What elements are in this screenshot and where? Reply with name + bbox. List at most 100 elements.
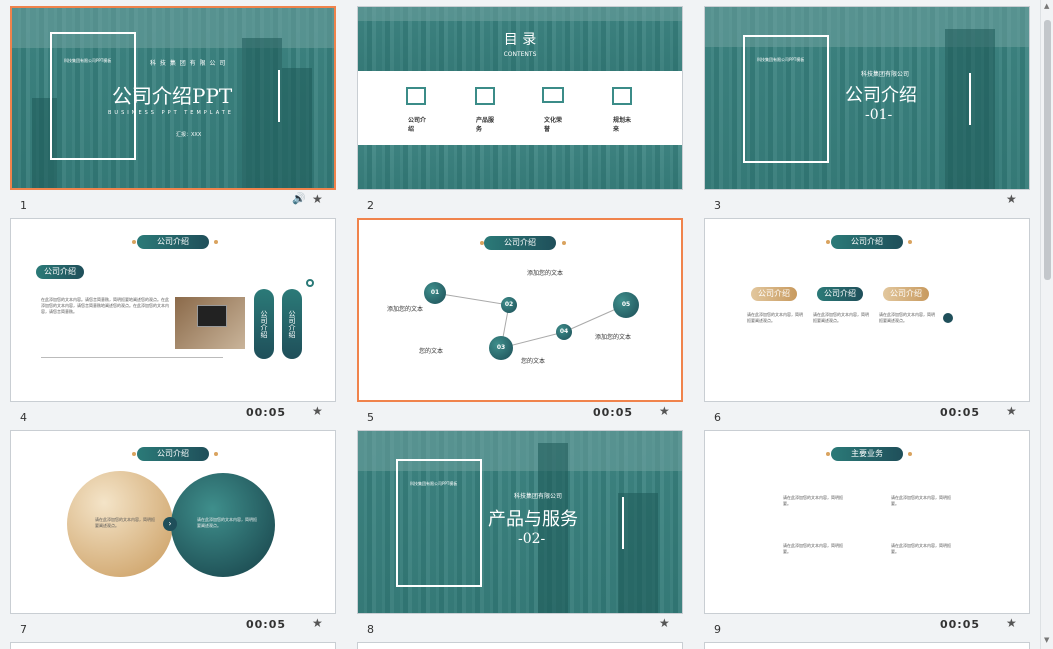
toc-item: 规划未来 <box>613 117 632 133</box>
star-icon[interactable]: ★ <box>312 192 323 206</box>
section-number: -02- <box>518 531 546 547</box>
slide-thumb-12[interactable] <box>704 642 1030 649</box>
slide-thumb-5[interactable]: 公司介绍 01 02 03 04 05 添加您的文本 添加您的文本 您的文本 您… <box>357 218 691 424</box>
slide-thumb-1[interactable]: 科技集团有限公司PPT模板 科 技 集 团 有 限 公 司 公司介绍PPT BU… <box>10 6 344 212</box>
section-pill: 公司介绍 <box>137 447 209 461</box>
code-icon <box>475 87 495 105</box>
slide-1[interactable]: 科技集团有限公司PPT模板 科 技 集 团 有 限 公 司 公司介绍PPT BU… <box>10 6 336 190</box>
slide-sorter-grid: 科技集团有限公司PPT模板 科 技 集 团 有 限 公 司 公司介绍PPT BU… <box>0 0 1040 649</box>
tag-pill: 公司介绍 <box>883 287 929 301</box>
slide-thumb-4[interactable]: 公司介绍 公司介绍 在此添加您的文本内容。请您言简意赅，简明扼要地阐述您的观点。… <box>10 218 344 424</box>
slide-4[interactable]: 公司介绍 公司介绍 在此添加您的文本内容。请您言简意赅，简明扼要地阐述您的观点。… <box>10 218 336 402</box>
section-pill: 主要业务 <box>831 447 903 461</box>
star-icon[interactable]: ★ <box>1006 404 1017 418</box>
small-heading: 科技集团有限公司PPT模板 <box>757 57 805 62</box>
slide-thumb-7[interactable]: 公司介绍 › 请在此添加您的文本内容，简明扼要阐述观点。 请在此添加您的文本内容… <box>10 430 344 636</box>
slide-thumb-8[interactable]: 科技集团有限公司PPT模板 科技集团有限公司 产品与服务 -02- 8 ★ <box>357 430 691 636</box>
title-bar <box>969 73 971 125</box>
slide-subtitle: BUSINESS PPT TEMPLATE <box>108 110 234 116</box>
node-label: 添加您的文本 <box>527 270 564 277</box>
timeline-node: 02 <box>501 297 517 313</box>
node-label: 您的文本 <box>521 358 546 365</box>
slide-number: 6 <box>714 411 721 424</box>
slide-title: 目 录 <box>503 32 537 48</box>
chart-icon <box>612 87 632 105</box>
devices-icon <box>542 87 564 103</box>
sub-pill: 公司介绍 <box>36 265 84 279</box>
company-name: 科技集团有限公司 <box>514 493 563 500</box>
star-icon[interactable]: ★ <box>1006 192 1017 206</box>
node-label: 您的文本 <box>419 348 444 355</box>
slide-number: 7 <box>20 623 27 636</box>
slide-number: 4 <box>20 411 27 424</box>
star-icon[interactable]: ★ <box>659 616 670 630</box>
star-icon[interactable]: ★ <box>312 616 323 630</box>
toc-item: 产品服务 <box>476 117 495 133</box>
slide-number: 8 <box>367 623 374 636</box>
slide-number: 1 <box>20 199 27 212</box>
section-number: -01- <box>865 107 893 123</box>
company-icon <box>406 87 426 105</box>
node-label: 添加您的文本 <box>595 334 632 341</box>
small-heading: 科技集团有限公司PPT模板 <box>64 58 112 63</box>
star-icon[interactable]: ★ <box>312 404 323 418</box>
title-frame <box>743 35 829 163</box>
side-tag: 公司介绍 <box>282 289 302 359</box>
company-name: 科技集团有限公司 <box>861 71 910 78</box>
arrow-icon: › <box>163 517 177 531</box>
slide-duration: 00:05 <box>593 406 634 419</box>
slide-title: 产品与服务 <box>488 509 578 530</box>
slide-title: 公司介绍PPT <box>112 84 233 108</box>
scrollbar-thumb[interactable] <box>1044 20 1051 280</box>
slide-7[interactable]: 公司介绍 › 请在此添加您的文本内容，简明扼要阐述观点。 请在此添加您的文本内容… <box>10 430 336 614</box>
slide-6[interactable]: 公司介绍 公司介绍 公司介绍 公司介绍 请在此添加您的文本内容，简明扼要阐述观点… <box>704 218 1030 402</box>
side-tag: 公司介绍 <box>254 289 274 359</box>
slide-5[interactable]: 公司介绍 01 02 03 04 05 添加您的文本 添加您的文本 您的文本 您… <box>357 218 683 402</box>
scroll-down-icon[interactable]: ▼ <box>1044 636 1049 644</box>
laptop-photo <box>175 297 245 349</box>
slide-2[interactable]: 目 录 CONTENTS 公司介绍 产品服务 文化荣誉 规划未来 <box>357 6 683 190</box>
slide-8[interactable]: 科技集团有限公司PPT模板 科技集团有限公司 产品与服务 -02- <box>357 430 683 614</box>
timeline-node: 01 <box>424 282 446 304</box>
star-icon[interactable]: ★ <box>1006 616 1017 630</box>
node-label: 添加您的文本 <box>387 306 424 313</box>
slide-thumb-11[interactable] <box>357 642 683 649</box>
slide-9[interactable]: 主要业务 请在此添加您的文本内容，简明扼要。 请在此添加您的文本内容，简明扼要。… <box>704 430 1030 614</box>
title-bar <box>278 70 280 122</box>
slide-title: 公司介绍 <box>845 85 917 106</box>
city-background <box>358 145 682 189</box>
slide-number: 3 <box>714 199 721 212</box>
scroll-up-icon[interactable]: ▲ <box>1044 2 1049 10</box>
slide-thumb-9[interactable]: 主要业务 请在此添加您的文本内容，简明扼要。 请在此添加您的文本内容，简明扼要。… <box>704 430 1038 636</box>
slide-thumb-3[interactable]: 科技集团有限公司PPT模板 科技集团有限公司 公司介绍 -01- 3 ★ <box>704 6 1038 212</box>
section-pill: 公司介绍 <box>831 235 903 249</box>
slide-number: 5 <box>367 411 374 424</box>
small-heading: 科技集团有限公司PPT模板 <box>410 481 458 486</box>
slide-number: 9 <box>714 623 721 636</box>
slide-thumb-2[interactable]: 目 录 CONTENTS 公司介绍 产品服务 文化荣誉 规划未来 2 <box>357 6 691 212</box>
toc-item: 公司介绍 <box>408 117 427 133</box>
slide-duration: 00:05 <box>246 618 287 631</box>
slide-thumb-6[interactable]: 公司介绍 公司介绍 公司介绍 公司介绍 请在此添加您的文本内容，简明扼要阐述观点… <box>704 218 1038 424</box>
reporter: 汇报：XXX <box>176 132 202 138</box>
slide-thumb-10[interactable] <box>10 642 336 649</box>
speaker-icon[interactable]: 🔊 <box>292 192 306 205</box>
title-frame <box>396 459 482 587</box>
slide-3[interactable]: 科技集团有限公司PPT模板 科技集团有限公司 公司介绍 -01- <box>704 6 1030 190</box>
company-name: 科 技 集 团 有 限 公 司 <box>150 60 227 67</box>
slide-duration: 00:05 <box>246 406 287 419</box>
slide-number: 2 <box>367 199 374 212</box>
timeline-node: 03 <box>489 336 513 360</box>
section-pill: 公司介绍 <box>137 235 209 249</box>
tag-pill: 公司介绍 <box>817 287 863 301</box>
toc-item: 文化荣誉 <box>544 117 563 133</box>
slide-duration: 00:05 <box>940 618 981 631</box>
slide-subtitle: CONTENTS <box>503 51 537 58</box>
tag-pill: 公司介绍 <box>751 287 797 301</box>
star-icon[interactable]: ★ <box>659 404 670 418</box>
title-bar <box>622 497 624 549</box>
timeline-node: 05 <box>613 292 639 318</box>
slide-duration: 00:05 <box>940 406 981 419</box>
timeline-node: 04 <box>556 324 572 340</box>
vertical-scrollbar[interactable]: ▲ ▼ <box>1040 0 1053 649</box>
